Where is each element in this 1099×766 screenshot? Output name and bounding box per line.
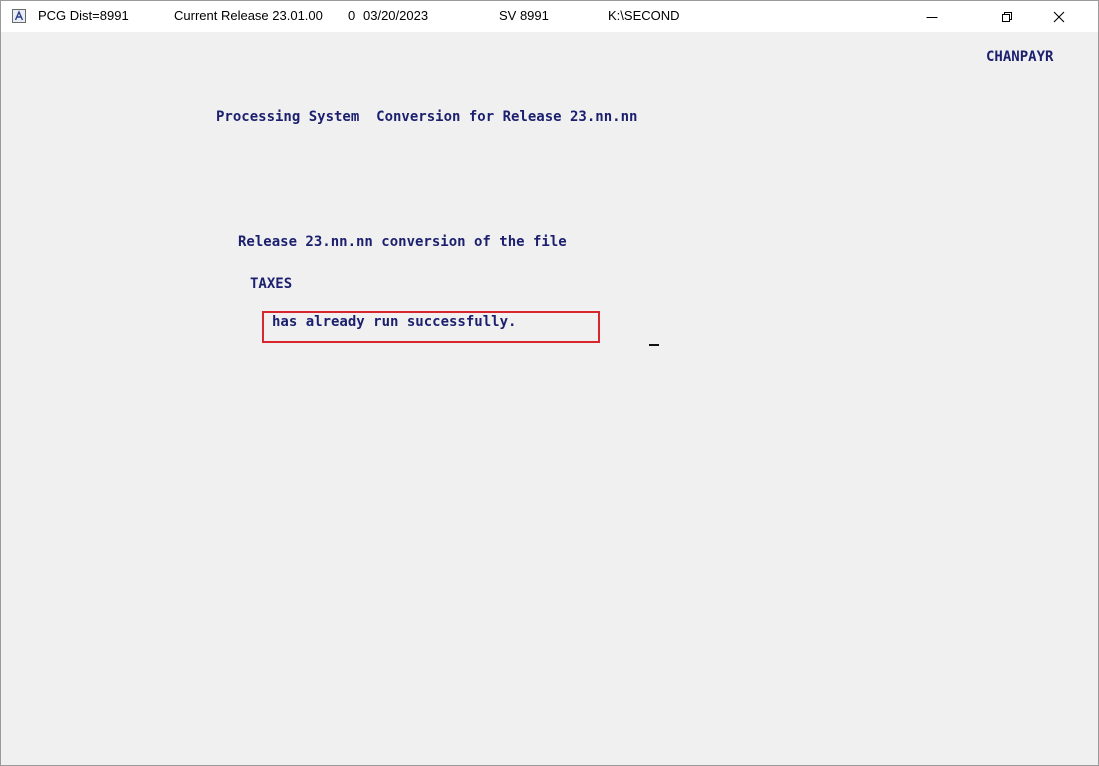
close-button[interactable] <box>1035 1 1081 32</box>
status-message: has already run successfully. <box>272 314 517 330</box>
minimize-button[interactable] <box>908 1 954 32</box>
terminal-window: PCG Dist=8991 Current Release 23.01.00 0… <box>0 0 1099 766</box>
conversion-message: Release 23.nn.nn conversion of the file <box>238 234 567 250</box>
title-bar[interactable]: PCG Dist=8991 Current Release 23.01.00 0… <box>1 1 1098 32</box>
close-icon <box>1053 11 1065 23</box>
terminal-app-icon[interactable] <box>12 9 26 23</box>
file-name: TAXES <box>250 276 293 292</box>
title-path: K:\SECOND <box>608 8 680 23</box>
title-date: 03/20/2023 <box>363 8 429 23</box>
terminal-screen[interactable]: CHANPAYR Processing System Conversion fo… <box>1 32 1098 765</box>
title-release: Current Release 23.01.00 <box>174 8 323 23</box>
screen-heading: Processing System Conversion for Release… <box>216 109 638 125</box>
title-release-suffix: 0 <box>348 8 356 23</box>
restore-button[interactable] <box>983 1 1029 32</box>
text-cursor <box>649 344 659 346</box>
program-name: CHANPAYR <box>986 49 1054 65</box>
minimize-icon <box>926 17 938 18</box>
restore-icon <box>1002 12 1012 22</box>
title-dist: PCG Dist=8991 <box>38 8 129 23</box>
title-sv: SV 8991 <box>499 8 549 23</box>
